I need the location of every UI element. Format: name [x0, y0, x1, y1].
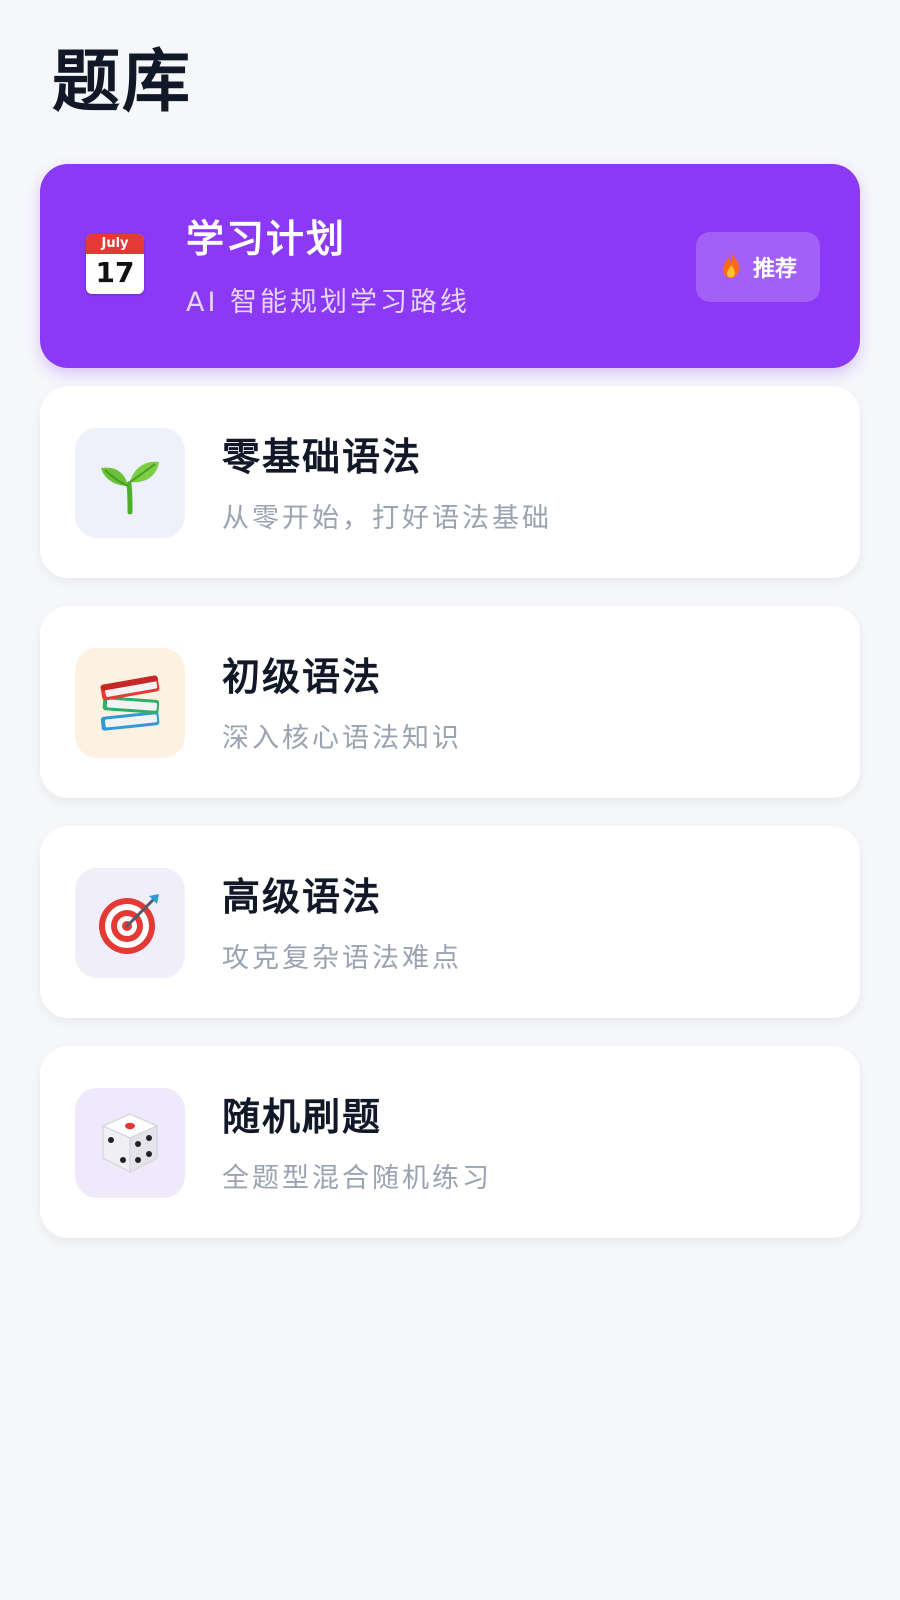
dice-icon — [101, 1113, 159, 1174]
page-title: 题库 — [52, 43, 193, 122]
card-zero-basic-grammar[interactable]: 零基础语法 从零开始，打好语法基础 — [40, 386, 860, 578]
card-random-practice[interactable]: 随机刷题 全题型混合随机练习 — [40, 1046, 860, 1238]
books-icon — [100, 675, 160, 731]
recommend-badge-label: 推荐 — [752, 257, 797, 282]
fire-icon — [719, 251, 743, 284]
card-title: 高级语法 — [222, 875, 383, 919]
calendar-day: 17 — [95, 256, 135, 289]
card-subtitle: 攻克复杂语法难点 — [222, 943, 462, 974]
card-subtitle: 从零开始，打好语法基础 — [222, 503, 552, 534]
plan-subtitle: AI 智能规划学习路线 — [186, 287, 471, 318]
card-subtitle: 全题型混合随机练习 — [222, 1163, 492, 1194]
card-title: 随机刷题 — [222, 1095, 383, 1139]
dice-icon-box — [75, 1088, 185, 1198]
card-subtitle: 深入核心语法知识 — [222, 723, 462, 754]
plan-title: 学习计划 — [186, 217, 347, 261]
seedling-icon — [101, 461, 159, 515]
calendar-month: July — [86, 234, 144, 254]
books-icon-box — [75, 648, 185, 758]
target-icon-box — [75, 868, 185, 978]
card-advanced-grammar[interactable]: 高级语法 攻克复杂语法难点 — [40, 826, 860, 1018]
card-title: 初级语法 — [222, 655, 383, 699]
calendar-icon: July 17 — [86, 234, 144, 294]
seedling-icon-box — [75, 428, 185, 538]
card-title: 零基础语法 — [222, 435, 423, 479]
card-beginner-grammar[interactable]: 初级语法 深入核心语法知识 — [40, 606, 860, 798]
study-plan-card[interactable]: July 17 学习计划 AI 智能规划学习路线 推荐 — [40, 164, 860, 368]
recommend-badge: 推荐 — [696, 232, 820, 302]
target-icon — [99, 894, 159, 954]
